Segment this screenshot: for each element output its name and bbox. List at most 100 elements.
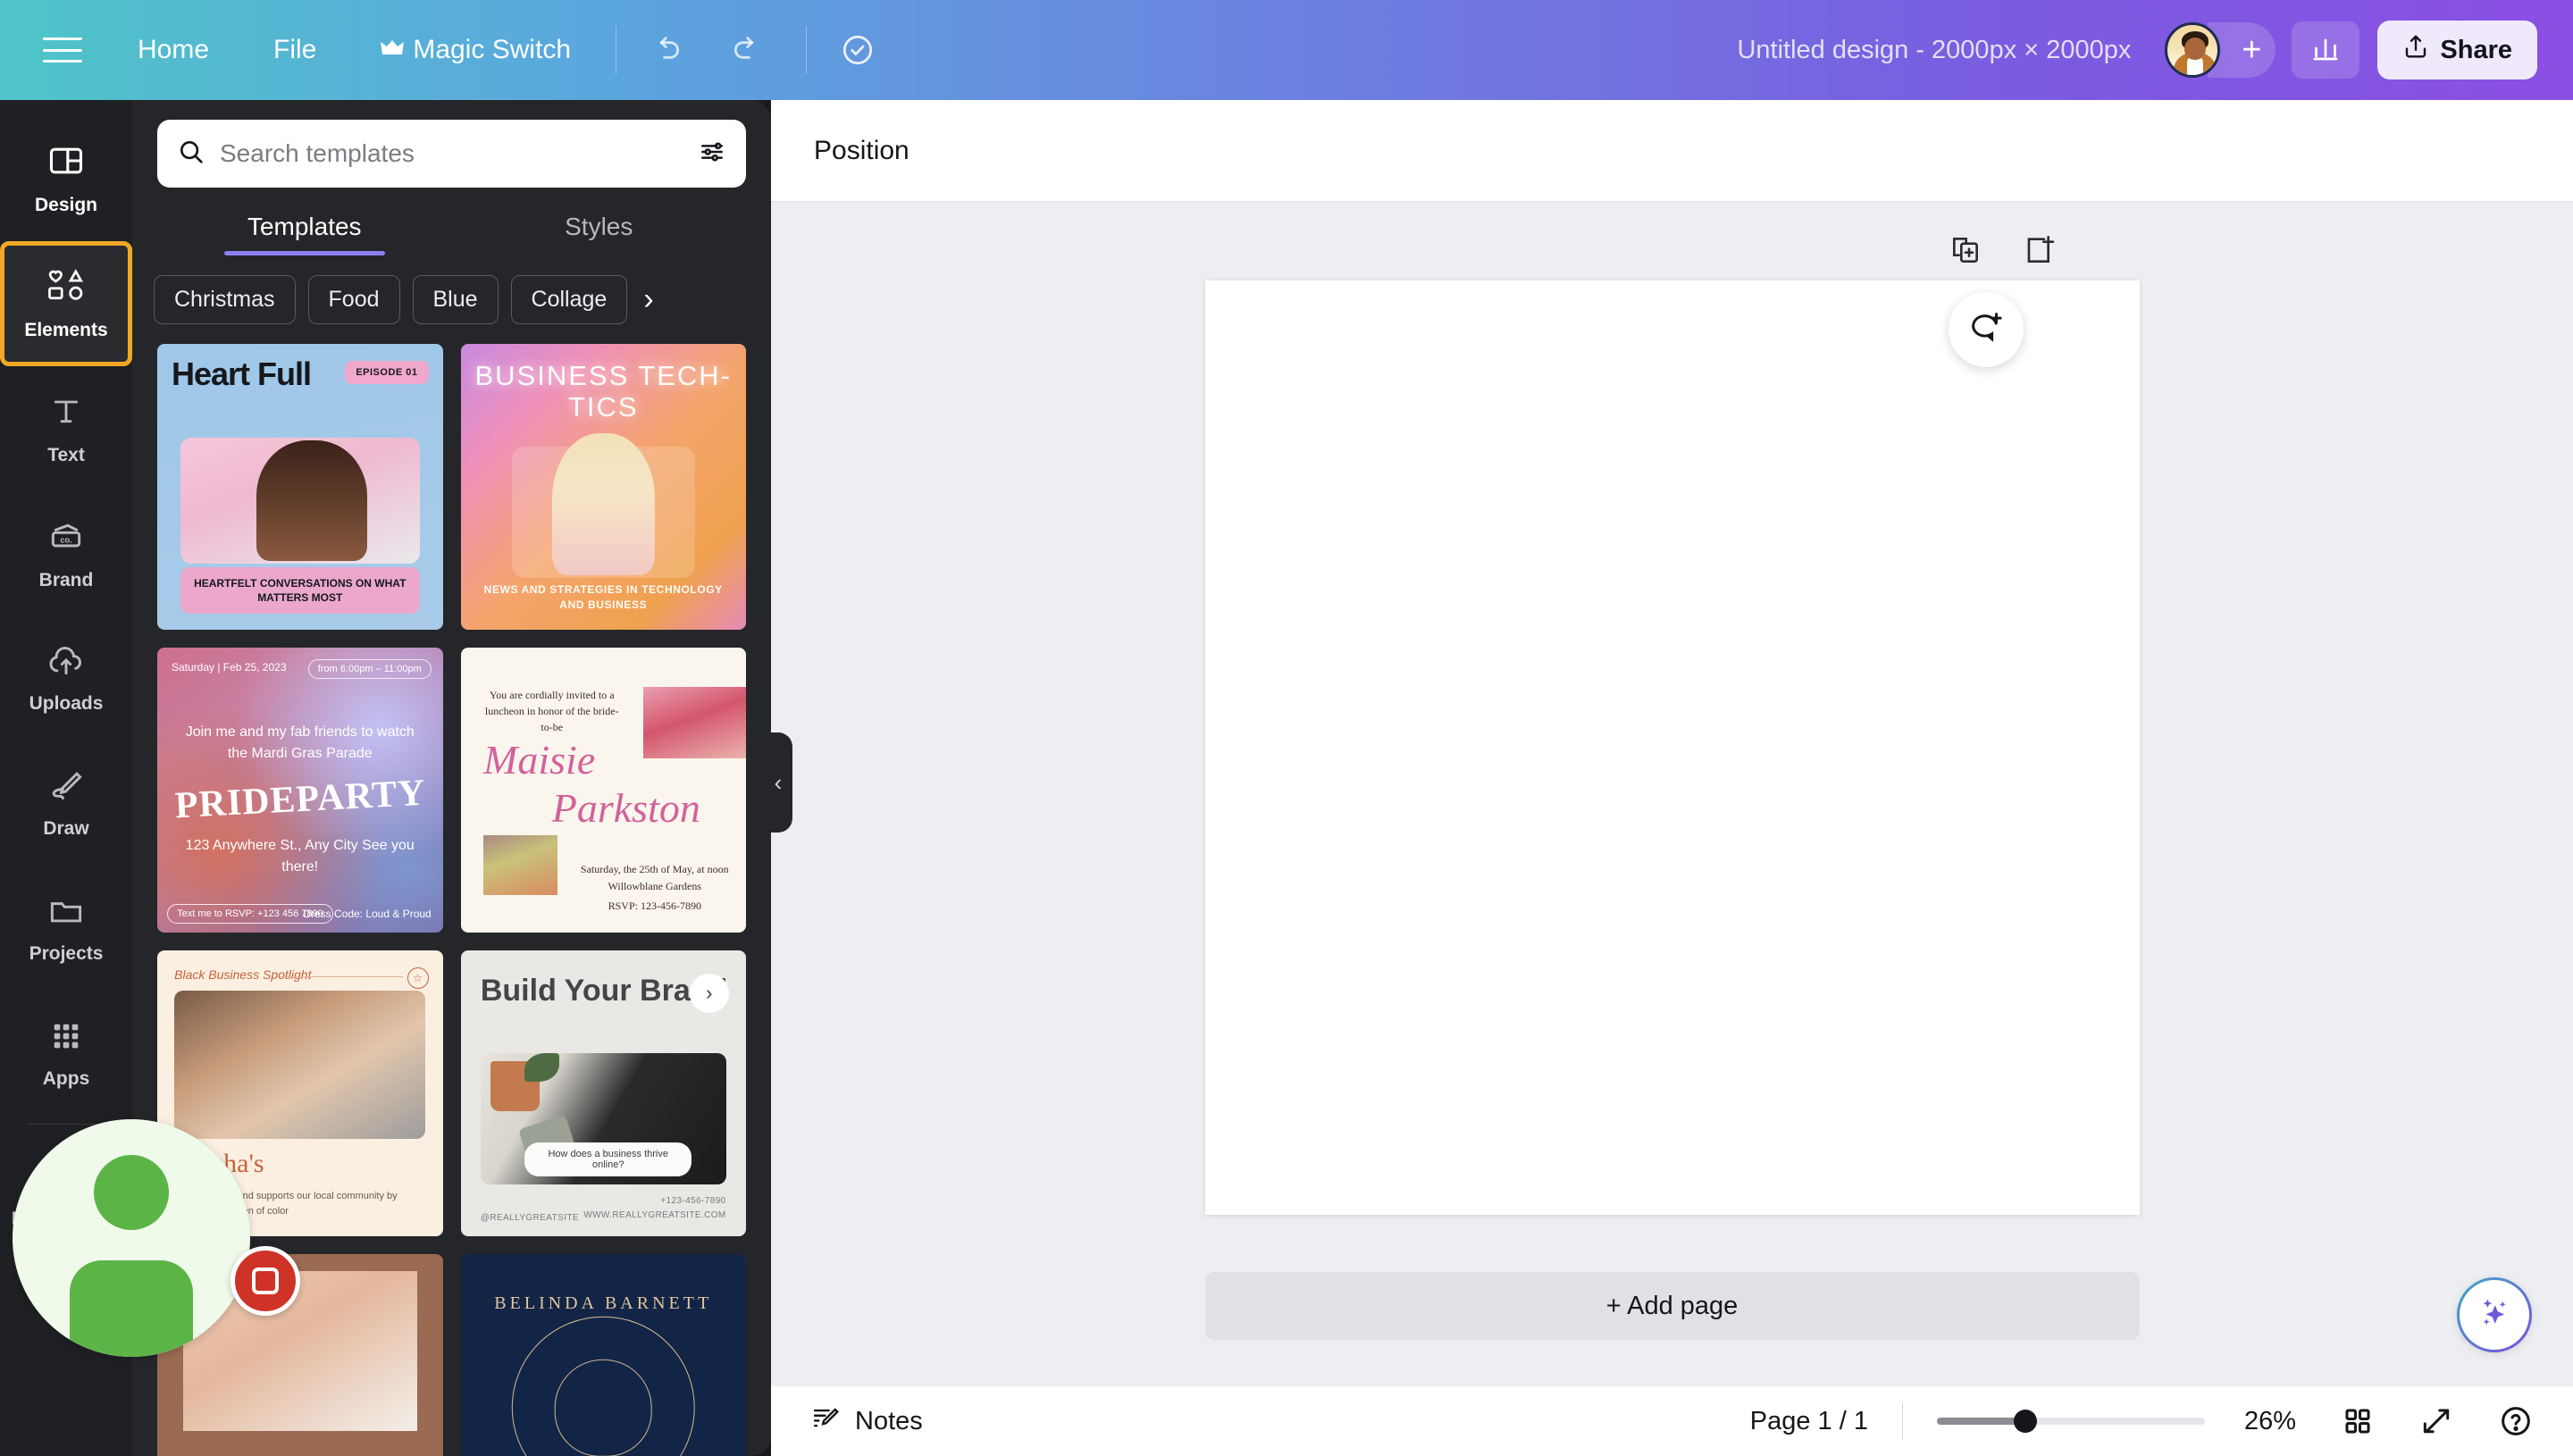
brand-card-icon: co.: [46, 516, 86, 561]
sidebar-item-text[interactable]: Text: [0, 366, 132, 491]
bottom-status-bar: Notes Page 1 / 1 26%: [771, 1386, 2573, 1456]
panel-collapse-handle[interactable]: ‹: [764, 732, 792, 833]
grid-dots-icon: [48, 1018, 84, 1059]
template-time: from 6:00pm – 11:00pm: [307, 658, 432, 679]
document-title[interactable]: Untitled design - 2000px × 2000px: [1737, 36, 2131, 65]
tab-templates[interactable]: Templates: [157, 213, 452, 255]
position-button[interactable]: Position: [814, 136, 909, 166]
template-photo: [512, 433, 695, 578]
sidebar-item-apps[interactable]: Apps: [0, 992, 132, 1117]
search-area: [132, 100, 771, 188]
notes-pencil-icon: [810, 1402, 841, 1440]
template-photo: [180, 438, 420, 565]
template-intro: Join me and my fab friends to watch the …: [185, 724, 415, 761]
cloud-check-icon[interactable]: [830, 22, 885, 78]
chip-food[interactable]: Food: [307, 275, 400, 324]
recording-stop-button[interactable]: [230, 1246, 300, 1316]
toolbar-divider-2: [806, 26, 808, 74]
expand-arrows-icon[interactable]: [2419, 1404, 2453, 1438]
template-card-belinda-barnett[interactable]: BELINDA BARNETT: [460, 1253, 746, 1456]
template-name-last: Parkston: [551, 784, 700, 831]
bar-chart-icon: [2309, 32, 2342, 69]
sidebar-item-elements[interactable]: Elements: [0, 241, 132, 366]
template-rule: [280, 976, 403, 978]
template-card-build-your-brand[interactable]: Build Your Brand › How does a business t…: [460, 950, 746, 1236]
zoom-slider-fill: [1936, 1418, 2026, 1425]
sidebar-item-projects[interactable]: Projects: [0, 866, 132, 992]
zoom-slider[interactable]: [1936, 1410, 2205, 1433]
sliders-icon[interactable]: [698, 138, 726, 171]
chip-christmas[interactable]: Christmas: [154, 275, 296, 324]
template-card-maisie-parkston[interactable]: You are cordially invited to a luncheon …: [460, 647, 746, 933]
page-tools: [1948, 232, 2057, 272]
sidebar-item-uploads[interactable]: Uploads: [0, 616, 132, 741]
notes-label: Notes: [855, 1406, 923, 1435]
sidebar-item-draw[interactable]: Draw: [0, 741, 132, 866]
add-comment-button[interactable]: [1949, 292, 2024, 367]
template-logo-face: [554, 1359, 652, 1456]
sidebar-label-uploads: Uploads: [29, 693, 104, 714]
template-intro: You are cordially invited to a luncheon …: [484, 689, 619, 734]
template-date: Saturday | Feb 25, 2023: [171, 661, 287, 674]
tab-styles[interactable]: Styles: [452, 213, 747, 255]
comment-plus-icon: [1967, 309, 2005, 351]
grid-view-icon[interactable]: [2341, 1404, 2375, 1438]
redo-icon[interactable]: [718, 22, 774, 78]
template-card-heart-full[interactable]: Heart Full EPISODE 01 HEARTFELT CONVERSA…: [157, 344, 443, 630]
upload-icon: [2402, 33, 2429, 67]
template-title: Heart Full: [171, 355, 312, 392]
zoom-slider-knob[interactable]: [2013, 1410, 2037, 1433]
template-caption: NEWS AND STRATEGIES IN TECHNOLOGY AND BU…: [483, 582, 723, 611]
chip-collage[interactable]: Collage: [510, 275, 628, 324]
magic-ai-button[interactable]: [2457, 1277, 2532, 1352]
question-circle-icon[interactable]: [2498, 1403, 2534, 1439]
add-page-button[interactable]: + Add page: [1204, 1272, 2140, 1340]
template-website: WWW.REALLYGREATSITE.COM: [583, 1210, 726, 1221]
template-details: Saturday, the 25th of May, at noon Willo…: [580, 863, 729, 892]
user-avatar[interactable]: [2165, 22, 2221, 78]
zoom-level[interactable]: 26%: [2244, 1407, 2296, 1436]
chevron-right-icon[interactable]: ›: [643, 282, 653, 317]
template-phone: +123-456-7890: [660, 1196, 726, 1207]
chevron-left-icon: ‹: [774, 768, 783, 796]
notes-button[interactable]: Notes: [810, 1402, 923, 1440]
magic-switch-label: Magic Switch: [413, 35, 572, 64]
hamburger-icon[interactable]: [39, 32, 86, 68]
page-indicator[interactable]: Page 1 / 1: [1750, 1407, 1868, 1436]
add-page-icon[interactable]: [2021, 232, 2057, 272]
design-canvas-page[interactable]: [1204, 280, 2140, 1215]
template-title: PRIDEPARTY: [173, 773, 427, 827]
share-button[interactable]: Share: [2377, 21, 2537, 79]
template-bubble-text: How does a business thrive online?: [524, 1142, 692, 1177]
design-stage: Position + Add page: [771, 100, 2573, 1456]
undo-icon[interactable]: [640, 22, 695, 78]
search-icon: [177, 138, 205, 171]
home-menu-button[interactable]: Home: [125, 26, 222, 74]
template-name-first: Maisie: [483, 736, 596, 782]
canva-editor: Home File Magic Switch Untitled design -…: [0, 0, 2573, 1456]
sidebar-label-draw: Draw: [43, 818, 89, 839]
sidebar-item-design[interactable]: Design: [0, 116, 132, 241]
share-label: Share: [2440, 35, 2512, 64]
recording-avatar-bubble[interactable]: [13, 1119, 250, 1357]
chevron-right-icon: ›: [689, 973, 729, 1013]
duplicate-page-icon[interactable]: [1948, 232, 1983, 272]
text-t-icon: [48, 391, 84, 436]
search-input[interactable]: [220, 139, 683, 168]
sidebar-item-brand[interactable]: co. Brand: [0, 491, 132, 616]
layout-icon: [46, 141, 86, 186]
folder-icon: [46, 893, 86, 934]
template-rsvp: RSVP: 123-456-7890: [608, 899, 701, 912]
search-box[interactable]: [157, 120, 746, 188]
panel-tabs: Templates Styles: [132, 213, 771, 255]
insights-button[interactable]: [2292, 21, 2360, 79]
template-photo-portrait: [642, 687, 746, 759]
template-photo: How does a business thrive online?: [480, 1053, 726, 1184]
magic-switch-button[interactable]: Magic Switch: [368, 26, 583, 74]
template-card-pride-party[interactable]: Saturday | Feb 25, 2023 from 6:00pm – 11…: [157, 647, 443, 933]
file-menu-button[interactable]: File: [261, 26, 329, 74]
template-card-business-tech-tics[interactable]: BUSINESS TECH-TICS NEWS AND STRATEGIES I…: [460, 344, 746, 630]
chip-blue[interactable]: Blue: [412, 275, 499, 324]
sparkle-icon: [2473, 1292, 2516, 1339]
top-toolbar: Home File Magic Switch Untitled design -…: [0, 0, 2573, 100]
